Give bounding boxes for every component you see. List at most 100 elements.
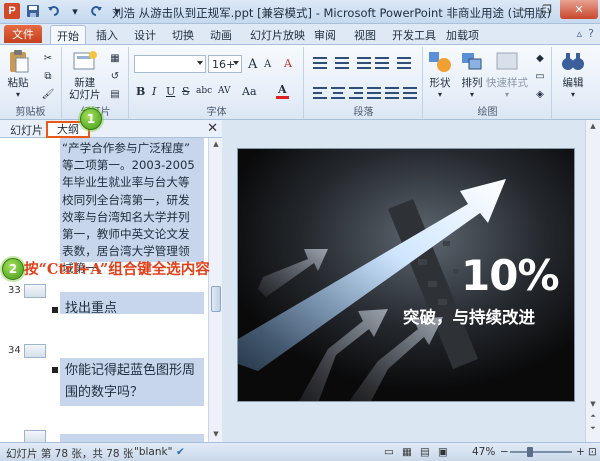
tab-animations[interactable]: 动画 [210, 27, 232, 43]
text-direction-icon[interactable] [397, 57, 411, 69]
scroll-down-icon[interactable]: ▼ [211, 430, 221, 440]
layout-icon[interactable]: ▦ [107, 51, 123, 65]
scroll-thumb[interactable] [211, 286, 221, 312]
outline-scrollbar[interactable]: ▲ ▼ [208, 138, 222, 442]
chevron-down-icon[interactable]: ▾ [67, 3, 83, 19]
shape-fill-icon[interactable]: ◆ [532, 51, 548, 65]
tab-slides-pane[interactable]: 幻灯片 [10, 122, 43, 138]
outline-text-area[interactable]: “产学合作参与广泛程度” 等二项第一。2003-2005 年毕业生就业率与台大等… [0, 138, 208, 442]
slide-scrollbar[interactable]: ▲ ▼ ⏶ ⏷ [585, 120, 600, 442]
increase-indent-icon[interactable] [375, 57, 389, 69]
prev-slide-icon[interactable]: ⏶ [588, 412, 598, 424]
columns-icon[interactable] [385, 87, 399, 99]
zoom-out-icon[interactable]: − [500, 446, 509, 458]
numbering-icon[interactable] [335, 57, 349, 69]
scroll-down-icon[interactable]: ▼ [588, 400, 598, 412]
instruction-callout: 按“Ctrl+A”组合键全选内容 [24, 261, 210, 278]
format-painter-icon[interactable]: 🖌 [40, 87, 56, 101]
minimize-ribbon-icon[interactable]: ▵ [577, 27, 583, 40]
zoom-in-icon[interactable]: + [576, 446, 585, 458]
slideshow-view-icon[interactable]: ▣ [438, 446, 448, 458]
tab-design[interactable]: 设计 [134, 27, 156, 43]
slide-subtitle: 突破，与持续改进 [403, 308, 535, 327]
zoom-slider-handle[interactable] [527, 447, 533, 457]
smartart-icon[interactable] [403, 87, 417, 99]
window-controls: — ❐ ✕ [508, 0, 598, 19]
shape-effects-icon[interactable]: ◈ [532, 87, 548, 101]
scroll-up-icon[interactable]: ▲ [211, 140, 221, 150]
slide-canvas[interactable]: 10% 突破，与持续改进 [237, 148, 575, 402]
font-size-select[interactable]: 16+ [208, 55, 242, 73]
restore-button[interactable]: ❐ [534, 0, 560, 19]
tab-slideshow[interactable]: 幻灯片放映 [250, 27, 305, 43]
tab-review[interactable]: 审阅 [314, 27, 336, 43]
outline-line: 等二项第一。2003-2005 [62, 158, 195, 173]
outline-bullet-text: 找出重点 [65, 301, 118, 316]
next-slide-icon[interactable]: ⏷ [588, 424, 598, 436]
redo-icon[interactable] [88, 3, 104, 19]
section-icon[interactable]: ▤ [107, 87, 123, 101]
decrease-indent-icon[interactable] [357, 57, 371, 69]
clear-format-button[interactable]: A [284, 57, 292, 70]
quick-styles-button[interactable]: 快速样式 ▾ [486, 49, 528, 101]
zoom-level[interactable]: 47% [472, 446, 495, 458]
pane-tabs: 幻灯片 大纲 ✕ [0, 120, 222, 138]
tab-addins[interactable]: 加载项 [446, 27, 479, 43]
slide-sorter-icon[interactable]: ▦ [402, 446, 412, 458]
normal-view-icon[interactable]: ▭ [384, 446, 394, 458]
bold-button[interactable]: B [136, 85, 145, 98]
undo-icon[interactable] [46, 3, 62, 19]
save-icon[interactable] [25, 3, 41, 19]
title-bar: P ▾ ▾ 刘浩 从游击队到正规军.ppt [兼容模式] - Microsoft… [0, 0, 600, 24]
help-icon[interactable]: ? [588, 27, 594, 40]
copy-icon[interactable]: ⧉ [40, 69, 56, 83]
tab-view[interactable]: 视图 [354, 27, 376, 43]
arrange-button[interactable]: 排列 ▾ [458, 49, 486, 101]
reset-icon[interactable]: ↺ [107, 69, 123, 83]
powerpoint-logo-icon[interactable]: P [4, 3, 20, 19]
shrink-font-button[interactable]: A [264, 59, 271, 70]
align-right-icon[interactable] [349, 87, 363, 99]
underline-button[interactable]: U [166, 85, 175, 98]
pane-close-icon[interactable]: ✕ [207, 121, 218, 136]
outline-line: 第一，教师中英文论文发 [62, 227, 190, 242]
justify-icon[interactable] [367, 87, 381, 99]
edit-button[interactable]: 编辑 ▾ [559, 49, 587, 101]
tab-insert[interactable]: 插入 [96, 27, 118, 43]
shape-outline-icon[interactable]: ▭ [532, 69, 548, 83]
align-center-icon[interactable] [331, 87, 345, 99]
strikethrough-button[interactable]: S [182, 85, 190, 98]
align-left-icon[interactable] [313, 87, 327, 99]
slide-icon[interactable] [24, 284, 46, 298]
font-name-select[interactable] [134, 55, 206, 73]
scroll-up-icon[interactable]: ▲ [588, 122, 598, 134]
font-color-button[interactable]: A [276, 83, 289, 99]
tab-transitions[interactable]: 切换 [172, 27, 194, 43]
grow-font-button[interactable]: A [248, 57, 257, 72]
shadow-button[interactable]: abc [196, 86, 212, 96]
italic-button[interactable]: I [152, 85, 156, 98]
paste-button[interactable]: 粘贴 ▾ [4, 49, 32, 101]
theme-status: "blank" [134, 446, 173, 458]
shapes-button[interactable]: 形状 ▾ [426, 49, 454, 101]
spell-check-icon[interactable]: ✔ [176, 446, 185, 458]
close-button[interactable]: ✕ [560, 0, 598, 19]
zoom-slider[interactable] [510, 451, 572, 453]
slide-icon[interactable] [24, 430, 46, 442]
outline-line: 围的数字吗？ [65, 385, 144, 400]
slide-edit-area: 10% 突破，与持续改进 ▲ ▼ ⏶ ⏷ [222, 120, 600, 442]
reading-view-icon[interactable]: ▤ [420, 446, 430, 458]
shapes-icon [429, 52, 451, 72]
paste-icon [10, 50, 29, 73]
cut-icon[interactable]: ✂ [40, 51, 56, 65]
tab-home[interactable]: 开始 [50, 25, 86, 45]
slide-icon[interactable] [24, 344, 46, 358]
new-slide-button[interactable]: 新建 幻灯片 [69, 49, 101, 101]
change-case-button[interactable]: Aa [242, 85, 257, 98]
tab-developer[interactable]: 开发工具 [392, 27, 436, 43]
minimize-button[interactable]: — [508, 0, 534, 19]
char-spacing-button[interactable]: AV [218, 86, 231, 96]
fit-to-window-icon[interactable]: ⊡ [588, 446, 597, 458]
tab-file[interactable]: 文件 [4, 25, 42, 43]
bullets-icon[interactable] [313, 57, 327, 69]
